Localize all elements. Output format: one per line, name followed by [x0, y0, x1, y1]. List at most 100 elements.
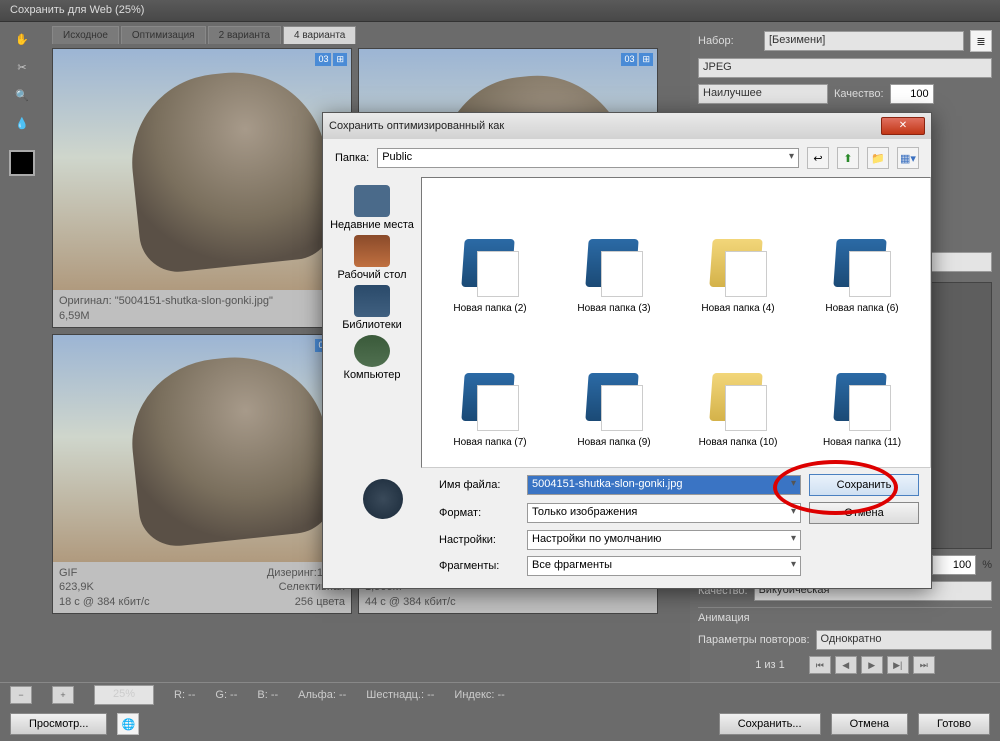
zoom-tool-icon[interactable]: 🔍 [11, 84, 33, 106]
quality-preset-select[interactable]: Наилучшее [698, 84, 828, 104]
next-frame-button[interactable]: ▶| [887, 656, 909, 674]
place-recent[interactable]: Недавние места [330, 185, 414, 231]
slice-badge: 03 [621, 53, 637, 66]
folder-item[interactable]: Новая папка (6) [802, 184, 922, 314]
filename-label: Имя файла: [439, 479, 519, 491]
view-tabs: Исходное Оптимизация 2 варианта 4 вариан… [44, 22, 690, 44]
view-mode-icon[interactable]: ▦▾ [897, 147, 919, 169]
preset-select[interactable]: [Безимени] [764, 31, 964, 51]
folder-label: Папка: [335, 152, 369, 164]
browser-preview-icon[interactable]: 🌐 [117, 713, 139, 735]
folder-icon [827, 225, 897, 299]
play-button[interactable]: ▶ [861, 656, 883, 674]
folder-label: Новая папка (9) [577, 437, 650, 448]
up-folder-icon[interactable]: ⬆ [837, 147, 859, 169]
folder-icon [703, 225, 773, 299]
prev-frame-button[interactable]: ◀ [835, 656, 857, 674]
format-label: Формат: [439, 507, 519, 519]
folder-icon [455, 225, 525, 299]
done-button[interactable]: Готово [918, 713, 990, 735]
dialog-close-button[interactable]: ✕ [881, 117, 925, 135]
folder-label: Новая папка (2) [453, 303, 526, 314]
slice-icon: ⊞ [639, 53, 653, 66]
hand-tool-icon[interactable]: ✋ [11, 28, 33, 50]
preset-label: Набор: [698, 35, 758, 47]
folder-select[interactable]: Public [377, 148, 799, 168]
tab-optimized[interactable]: Оптимизация [121, 26, 206, 44]
foreground-swatch[interactable] [9, 150, 35, 176]
folder-label: Новая папка (3) [577, 303, 650, 314]
eyedropper-tool-icon[interactable]: 💧 [11, 112, 33, 134]
folder-item[interactable]: Новая папка (3) [554, 184, 674, 314]
size-percent-input[interactable] [932, 555, 976, 575]
folder-label: Новая папка (6) [825, 303, 898, 314]
save-button[interactable]: Сохранить... [719, 713, 821, 735]
fragments-select[interactable]: Все фрагменты [527, 556, 801, 576]
folder-icon [579, 225, 649, 299]
dialog-save-button[interactable]: Сохранить [809, 474, 919, 496]
folder-item[interactable]: Новая папка (11) [802, 318, 922, 448]
zoom-in-button[interactable]: + [52, 686, 74, 704]
preview-button[interactable]: Просмотр... [10, 713, 107, 735]
settings-gear-icon[interactable] [363, 479, 403, 519]
folder-icon [579, 359, 649, 433]
status-index: Индекс: -- [454, 689, 504, 701]
dialog-cancel-button[interactable]: Отмена [809, 502, 919, 524]
repeat-select[interactable]: Однократно [816, 630, 992, 650]
folder-icon [827, 359, 897, 433]
folder-item[interactable]: Новая папка (10) [678, 318, 798, 448]
place-libraries[interactable]: Библиотеки [342, 285, 402, 331]
preview-panel[interactable]: 03⊞ Оригинал: "5004151-shutka-slon-gonki… [52, 48, 352, 328]
percent-symbol: % [982, 559, 992, 571]
status-bar: − + 25% R: -- G: -- B: -- Альфа: -- Шест… [0, 682, 1000, 707]
tool-column: ✋ ✂ 🔍 💧 [0, 22, 44, 682]
quality-label: Качество: [834, 88, 884, 100]
zoom-select[interactable]: 25% [94, 685, 154, 705]
settings-select[interactable]: Настройки по умолчанию [527, 530, 801, 550]
window-titlebar: Сохранить для Web (25%) [0, 0, 1000, 22]
first-frame-button[interactable]: ⏮ [809, 656, 831, 674]
folder-icon [455, 359, 525, 433]
frame-counter: 1 из 1 [755, 659, 785, 671]
tab-original[interactable]: Исходное [52, 26, 119, 44]
format-select[interactable]: Только изображения [527, 503, 801, 523]
folder-item[interactable]: Новая папка (2) [430, 184, 550, 314]
dialog-title: Сохранить оптимизированный как [329, 120, 881, 132]
folder-icon [703, 359, 773, 433]
repeat-label: Параметры повторов: [698, 634, 810, 646]
back-icon[interactable]: ↩ [807, 147, 829, 169]
places-bar: Недавние места Рабочий стол Библиотеки К… [323, 177, 421, 468]
footer: Просмотр... 🌐 Сохранить... Отмена Готово [0, 707, 1000, 741]
folder-item[interactable]: Новая папка (4) [678, 184, 798, 314]
folder-label: Новая папка (10) [699, 437, 778, 448]
status-g: G: -- [215, 689, 237, 701]
tab-4up[interactable]: 4 варианта [283, 26, 356, 44]
window-title: Сохранить для Web (25%) [10, 4, 144, 16]
tab-2up[interactable]: 2 варианта [208, 26, 281, 44]
panel-meta: Оригинал: "5004151-shutka-slon-gonki.jpg… [53, 290, 351, 327]
folder-item[interactable]: Новая папка (9) [554, 318, 674, 448]
filename-input[interactable]: 5004151-shutka-slon-gonki.jpg [527, 475, 801, 495]
folder-item[interactable]: Новая папка (7) [430, 318, 550, 448]
slice-tool-icon[interactable]: ✂ [11, 56, 33, 78]
animation-header: Анимация [698, 607, 992, 628]
save-dialog: Сохранить оптимизированный как ✕ Папка: … [322, 112, 932, 589]
preview-panel[interactable]: 03⊞ Дизеринг:100%GIF Селективная623,9K 2… [52, 334, 352, 614]
place-desktop[interactable]: Рабочий стол [337, 235, 406, 281]
status-hex: Шестнадц.: -- [366, 689, 434, 701]
settings-label: Настройки: [439, 534, 519, 546]
cancel-button[interactable]: Отмена [831, 713, 908, 735]
place-computer[interactable]: Компьютер [344, 335, 401, 381]
new-folder-icon[interactable]: 📁 [867, 147, 889, 169]
file-list[interactable]: Новая папка (2) Новая папка (3) Новая папк… [421, 177, 931, 468]
menu-icon[interactable]: ≣ [970, 30, 992, 52]
quality-input[interactable] [890, 84, 934, 104]
zoom-out-button[interactable]: − [10, 686, 32, 704]
fragments-label: Фрагменты: [439, 560, 519, 572]
status-b: B: -- [257, 689, 278, 701]
panel-meta: Дизеринг:100%GIF Селективная623,9K 256 ц… [53, 562, 351, 613]
format-select[interactable]: JPEG [698, 58, 992, 78]
status-r: R: -- [174, 689, 195, 701]
slice-badge: 03 [315, 53, 331, 66]
last-frame-button[interactable]: ⏭ [913, 656, 935, 674]
